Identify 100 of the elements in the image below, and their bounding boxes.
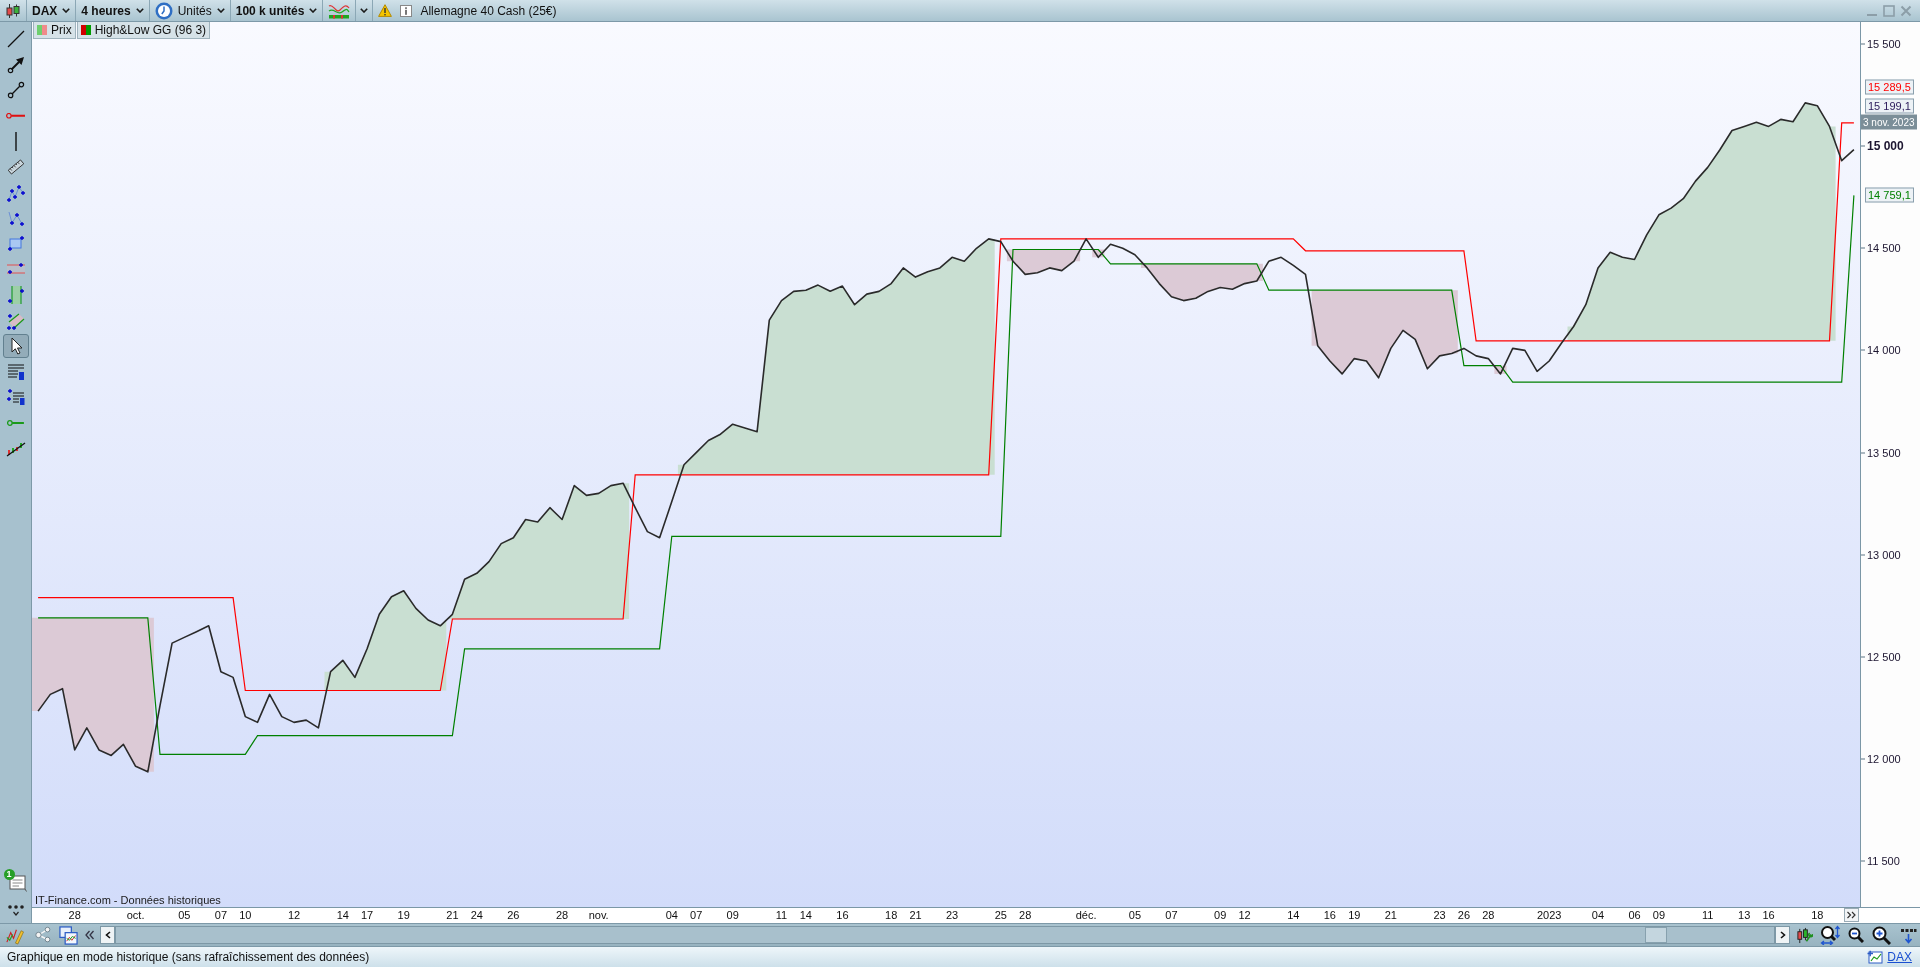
caret-icon[interactable]: [360, 8, 369, 13]
time-axis-label: 23: [945, 909, 959, 922]
time-axis-label: 19: [397, 909, 410, 922]
segment-line-icon: [5, 80, 26, 101]
time-axis-label: oct.: [126, 909, 145, 922]
indicator-swatch-icon: [80, 25, 91, 35]
time-axis-label: 19: [1348, 909, 1361, 922]
time-axis-label: 28: [1482, 909, 1495, 922]
time-axis-label: 14: [799, 909, 812, 922]
time-axis-label: 04: [1591, 909, 1605, 922]
time-axis-label: 17: [361, 909, 374, 922]
price-axis-label: 15 500: [1861, 37, 1901, 51]
price-value-tag: 15 199,1: [1865, 98, 1914, 113]
more-options-icon[interactable]: [1900, 926, 1917, 944]
units-dropdown[interactable]: Unités: [149, 0, 231, 21]
legend-label: Prix: [51, 23, 72, 37]
time-axis-label: 07: [690, 909, 703, 922]
time-axis-label: 2023: [1537, 909, 1562, 922]
zoom-out-icon[interactable]: [1848, 927, 1864, 943]
time-axis-label: 28: [68, 909, 81, 922]
status-text: Graphique en mode historique (sans rafraîchissement des données): [7, 950, 371, 964]
horizontal-ray-icon: [6, 113, 25, 119]
double-chevron-left-icon[interactable]: [85, 930, 94, 940]
price-axis-label: 13 500: [1861, 446, 1901, 460]
legend-entry[interactable]: Prix: [33, 22, 76, 39]
time-axis-label: 25: [994, 909, 1007, 922]
time-axis-label: 11: [775, 909, 788, 922]
rectangle-icon: [5, 233, 26, 254]
time-axis-label: 11: [1701, 909, 1714, 922]
time-axis-label: 21: [446, 909, 459, 922]
indicator-lines-icon[interactable]: [328, 2, 351, 19]
more-icon[interactable]: [5, 903, 26, 917]
caret-icon: [135, 8, 144, 13]
time-axis-label: 28: [556, 909, 569, 922]
time-axis-label: 09: [1214, 909, 1227, 922]
info-icon[interactable]: [400, 4, 413, 17]
caret-icon: [309, 8, 318, 13]
time-axis-label: 07: [1165, 909, 1178, 922]
time-axis-label: 26: [507, 909, 520, 922]
chart-link-icon[interactable]: [1867, 950, 1884, 964]
chevron-right-icon: [1779, 931, 1786, 939]
double-chevron-right-icon[interactable]: [1844, 908, 1859, 922]
time-axis-label: 13: [1738, 909, 1751, 922]
time-axis-label: 21: [1384, 909, 1397, 922]
bearish-fill-area: [1494, 365, 1507, 374]
time-axis-label: 16: [1762, 909, 1775, 922]
symbol-dropdown[interactable]: DAX: [27, 0, 77, 21]
data-source-caption: IT-Finance.com - Données historiques: [35, 894, 221, 906]
price-axis-label: 14 000: [1861, 343, 1901, 357]
time-axis-label: 16: [1323, 909, 1336, 922]
zoom-in-icon[interactable]: [1872, 925, 1891, 945]
scroll-right-button[interactable]: [1775, 926, 1790, 944]
period-dropdown[interactable]: 4 heures: [76, 0, 150, 21]
candlestick-chart-icon[interactable]: [5, 2, 21, 19]
time-axis-label: 12: [287, 909, 301, 922]
windows-icon[interactable]: [59, 925, 78, 945]
price-axis-label: 12 000: [1861, 752, 1901, 766]
time-axis-label: 28: [1019, 909, 1032, 922]
time-axis-label: 16: [836, 909, 849, 922]
time-axis-label: 26: [1457, 909, 1471, 922]
text-lines-icon: [5, 361, 26, 382]
price-axis-label: 15 000: [1861, 139, 1904, 153]
ruler-icon: [5, 156, 26, 177]
time-axis-label: nov.: [588, 909, 609, 922]
warning-icon[interactable]: [378, 4, 393, 17]
time-axis-label: 05: [178, 909, 191, 922]
chart-settings-icon[interactable]: [1796, 926, 1813, 944]
time-axis-label: 09: [726, 909, 739, 922]
text-points-icon: [5, 387, 26, 408]
diagonal-line-icon: [5, 29, 26, 49]
share-icon[interactable]: [34, 926, 52, 944]
bearish-fill-area: [1092, 249, 1105, 258]
legend-entry[interactable]: High&Low GG (96 3): [76, 22, 211, 39]
legend-label: High&Low GG (96 3): [94, 23, 207, 37]
scrollbar-thumb[interactable]: [1645, 927, 1667, 943]
time-axis-label: 14: [336, 909, 349, 922]
price-axis-label: 13 000: [1861, 548, 1901, 562]
time-axis-label: 10: [239, 909, 252, 922]
time-axis-label: 07: [214, 909, 227, 922]
time-axis-label: 09: [1652, 909, 1666, 922]
zoom-fit-icon[interactable]: [1820, 925, 1840, 945]
horizontal-marker-icon: [7, 419, 24, 426]
time-axis-label: 18: [1811, 909, 1824, 922]
time-axis-label: 14: [1287, 909, 1300, 922]
vertical-line-icon: [14, 131, 17, 151]
clock-icon: [154, 1, 173, 20]
arrow-line-icon: [5, 54, 26, 75]
symbol-link[interactable]: DAX: [1887, 950, 1912, 964]
price-swatch-icon: [37, 25, 47, 35]
time-axis-label: 21: [909, 909, 922, 922]
scroll-left-button[interactable]: [100, 926, 115, 944]
time-axis-label: déc.: [1075, 909, 1097, 922]
drawing-tool-button[interactable]: [2, 334, 29, 359]
caret-icon: [62, 8, 71, 13]
date-cursor-tag: 3 nov. 2023: [1861, 114, 1917, 130]
size-dropdown[interactable]: 100 k unités: [230, 0, 324, 21]
wave-points-icon: [5, 182, 26, 203]
vertical-band-icon: [5, 284, 26, 305]
time-axis-label: 18: [885, 909, 898, 922]
time-axis-label: 12: [1238, 909, 1251, 922]
